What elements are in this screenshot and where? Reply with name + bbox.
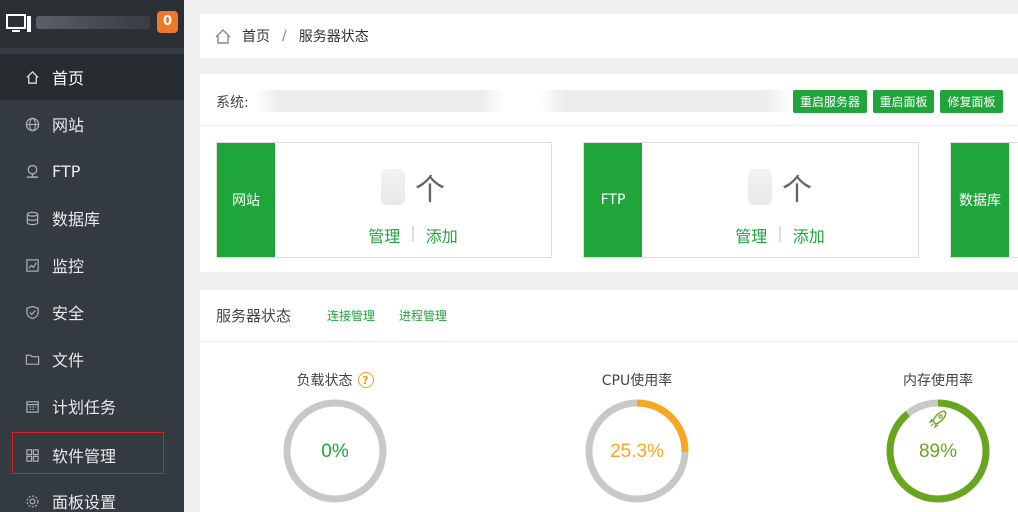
status-header: 服务器状态 连接管理 进程管理 bbox=[200, 290, 1018, 342]
sidebar-item-software[interactable]: 软件管理 bbox=[0, 432, 184, 478]
gear-icon bbox=[24, 493, 40, 509]
database-icon bbox=[24, 210, 40, 226]
gauge-ring: 0% bbox=[283, 399, 387, 503]
gauge-title: CPU使用率 bbox=[567, 370, 707, 390]
website-card: 网站 个 管理 | 添加 bbox=[216, 142, 552, 258]
server-status-panel: 服务器状态 连接管理 进程管理 负载状态 ? 0% CPU使用率 25.3% 内… bbox=[200, 290, 1018, 512]
breadcrumb: 首页 / 服务器状态 bbox=[200, 14, 1018, 58]
sidebar-item-database[interactable]: 数据库 bbox=[0, 195, 184, 241]
cpu-gauge[interactable]: CPU使用率 25.3% bbox=[567, 370, 707, 506]
grid-icon bbox=[24, 447, 40, 463]
sidebar-item-label: 监控 bbox=[52, 257, 85, 276]
card-count: 个 bbox=[217, 165, 551, 209]
home-icon[interactable] bbox=[214, 28, 232, 45]
folder-icon bbox=[24, 351, 40, 367]
sidebar-item-label: 数据库 bbox=[52, 210, 101, 229]
stats-cards: 网站 个 管理 | 添加 FTP 个 管理 | 添加 数据库 bbox=[200, 126, 1018, 272]
gauge-ring: 89% bbox=[886, 399, 990, 503]
link-divider: | bbox=[777, 223, 783, 242]
database-card: 数据库 bbox=[950, 142, 1018, 258]
globe-icon bbox=[24, 116, 40, 132]
manage-link[interactable]: 管理 bbox=[368, 223, 400, 247]
rocket-icon[interactable] bbox=[928, 410, 947, 429]
count-redacted bbox=[748, 169, 772, 205]
restart-server-button[interactable]: 重启服务器 bbox=[793, 90, 867, 113]
gauge-title: 负载状态 ? bbox=[265, 370, 405, 390]
count-unit: 个 bbox=[415, 173, 445, 208]
gauge-title-text: 内存使用率 bbox=[903, 373, 973, 389]
process-manage-link[interactable]: 进程管理 bbox=[399, 307, 447, 324]
card-links: 管理 | 添加 bbox=[642, 223, 918, 247]
gauge-value: 89% bbox=[919, 441, 957, 462]
load-gauge[interactable]: 负载状态 ? 0% bbox=[265, 370, 405, 506]
gauge-value: 0% bbox=[321, 441, 349, 462]
manage-link[interactable]: 管理 bbox=[735, 223, 767, 247]
sidebar-header: 0 bbox=[0, 0, 184, 48]
sidebar-item-security[interactable]: 安全 bbox=[0, 289, 184, 335]
sidebar-item-label: FTP bbox=[52, 161, 81, 181]
add-link[interactable]: 添加 bbox=[426, 223, 458, 247]
card-tag[interactable]: 数据库 bbox=[951, 143, 1009, 257]
sidebar-item-cron[interactable]: 计划任务 bbox=[0, 383, 184, 429]
server-host bbox=[36, 16, 150, 29]
count-redacted bbox=[381, 169, 405, 205]
repair-panel-button[interactable]: 修复面板 bbox=[940, 90, 1003, 113]
sidebar-item-label: 首页 bbox=[52, 69, 85, 88]
card-links: 管理 | 添加 bbox=[275, 223, 551, 247]
home-icon bbox=[24, 69, 40, 85]
system-bar: 系统: 重启服务器 重启面板 修复面板 bbox=[200, 74, 1018, 126]
add-link[interactable]: 添加 bbox=[793, 223, 825, 247]
sidebar-item-label: 面板设置 bbox=[52, 493, 117, 512]
sidebar-item-label: 文件 bbox=[52, 351, 85, 370]
gauge-ring: 25.3% bbox=[585, 399, 689, 503]
sidebar-item-label: 计划任务 bbox=[52, 398, 117, 417]
card-count: 个 bbox=[584, 165, 918, 209]
memory-gauge[interactable]: 内存使用率 89% bbox=[868, 370, 1008, 506]
gauge-title-text: 负载状态 bbox=[296, 373, 353, 389]
sidebar-item-home[interactable]: 首页 bbox=[0, 54, 184, 100]
sidebar-item-files[interactable]: 文件 bbox=[0, 336, 184, 382]
sidebar-item-label: 安全 bbox=[52, 304, 85, 323]
breadcrumb-home[interactable]: 首页 bbox=[242, 26, 270, 46]
sidebar-item-ftp[interactable]: FTP bbox=[0, 148, 184, 194]
connection-manage-link[interactable]: 连接管理 bbox=[327, 307, 375, 324]
ftp-card: FTP 个 管理 | 添加 bbox=[583, 142, 919, 258]
gauge-title: 内存使用率 bbox=[868, 370, 1008, 390]
link-divider: | bbox=[410, 223, 416, 242]
system-uptime-redacted bbox=[540, 90, 790, 112]
sidebar-item-website[interactable]: 网站 bbox=[0, 101, 184, 147]
monitor-chart-icon bbox=[24, 257, 40, 273]
system-label: 系统: bbox=[216, 95, 249, 111]
restart-panel-button[interactable]: 重启面板 bbox=[873, 90, 934, 113]
calendar-icon bbox=[24, 398, 40, 414]
sidebar: 0 首页 网站 FTP 数据库 监控 安全 文件 计划任务 软件管理 面板设置 bbox=[0, 0, 184, 512]
breadcrumb-separator: / bbox=[282, 28, 287, 44]
sidebar-item-label: 网站 bbox=[52, 116, 85, 135]
status-title: 服务器状态 bbox=[216, 307, 292, 325]
gauge-value: 25.3% bbox=[610, 441, 664, 462]
gauge-title-text: CPU使用率 bbox=[601, 373, 673, 389]
sidebar-item-monitor[interactable]: 监控 bbox=[0, 242, 184, 288]
ftp-icon bbox=[24, 163, 40, 179]
sidebar-item-label: 软件管理 bbox=[52, 447, 117, 466]
help-icon[interactable]: ? bbox=[357, 372, 374, 388]
count-unit: 个 bbox=[782, 173, 812, 208]
monitor-icon bbox=[6, 14, 31, 32]
system-info-redacted bbox=[255, 90, 505, 112]
notification-badge[interactable]: 0 bbox=[157, 11, 178, 33]
breadcrumb-current: 服务器状态 bbox=[298, 29, 369, 45]
shield-icon bbox=[24, 304, 40, 320]
sidebar-item-settings[interactable]: 面板设置 bbox=[0, 478, 184, 512]
